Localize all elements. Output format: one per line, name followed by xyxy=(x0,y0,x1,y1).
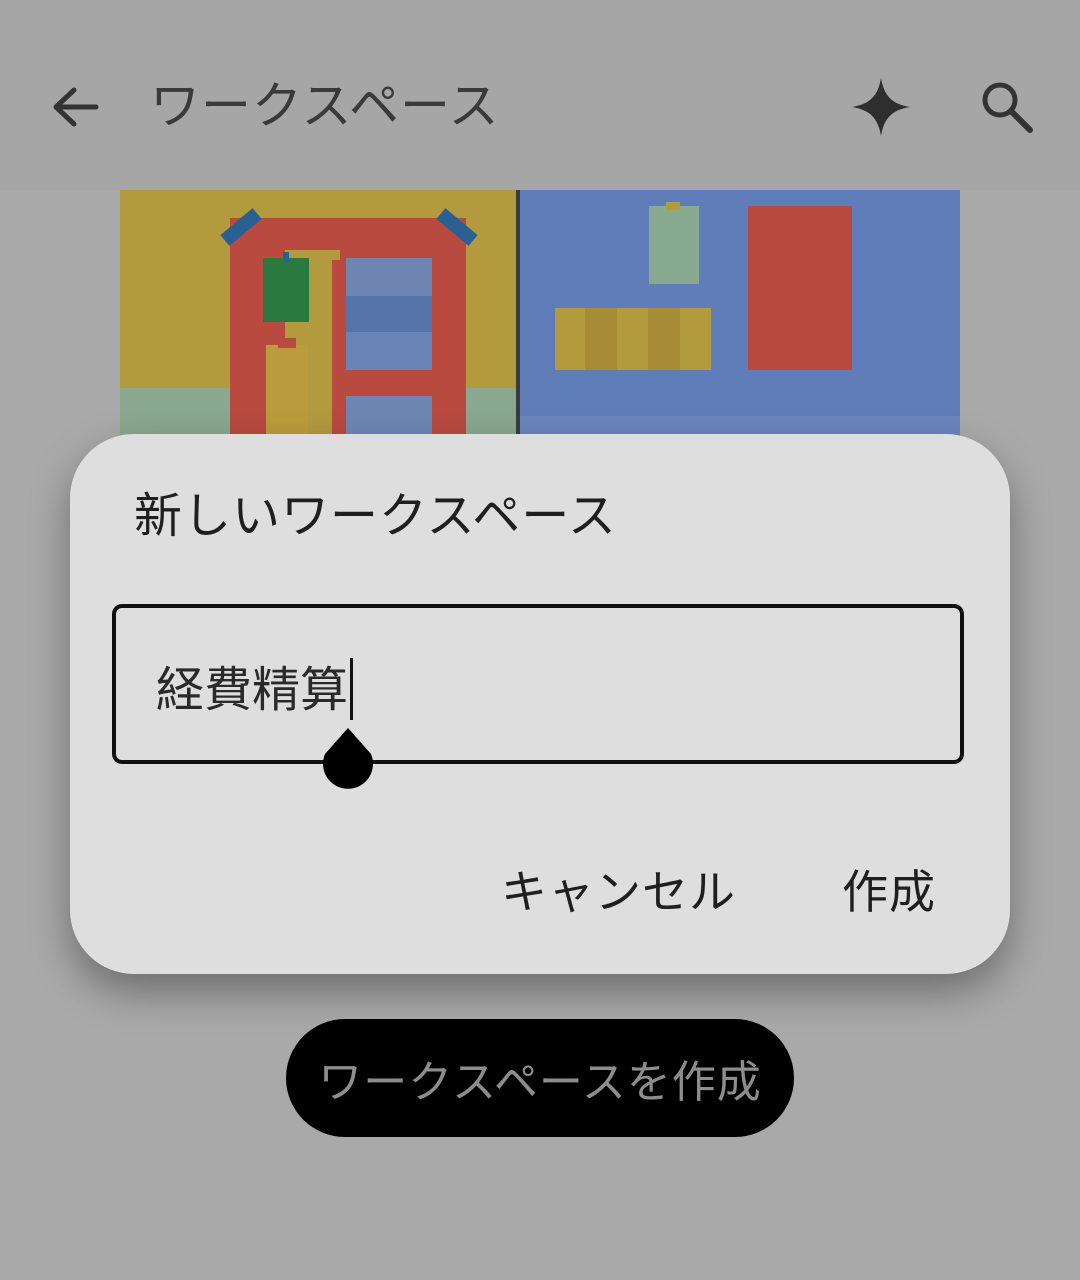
sparkle-icon xyxy=(852,78,910,136)
text-caret xyxy=(350,658,354,720)
search-icon xyxy=(982,82,1033,133)
caret-handle-icon[interactable] xyxy=(321,726,375,790)
back-button[interactable] xyxy=(40,72,110,142)
workspace-name-value: 経費精算 xyxy=(156,662,349,718)
cancel-button[interactable]: キャンセル xyxy=(501,862,736,922)
arrow-back-icon xyxy=(53,87,99,127)
page-title: ワークスペース xyxy=(150,77,500,135)
top-app-bar: ワークスペース xyxy=(0,0,1080,190)
workspace-name-input[interactable]: 経費精算 xyxy=(112,604,964,764)
dialog-title: 新しいワークスペース xyxy=(134,488,617,544)
workspace-illustration xyxy=(120,190,960,450)
search-button[interactable] xyxy=(974,74,1040,140)
dialog-actions: キャンセル 作成 xyxy=(501,862,936,922)
create-workspace-button[interactable]: ワークスペースを作成 xyxy=(286,1019,794,1137)
ai-assist-button[interactable] xyxy=(848,74,914,140)
create-button[interactable]: 作成 xyxy=(842,862,936,922)
new-workspace-dialog: 新しいワークスペース 経費精算 キャンセル 作成 xyxy=(70,434,1010,974)
